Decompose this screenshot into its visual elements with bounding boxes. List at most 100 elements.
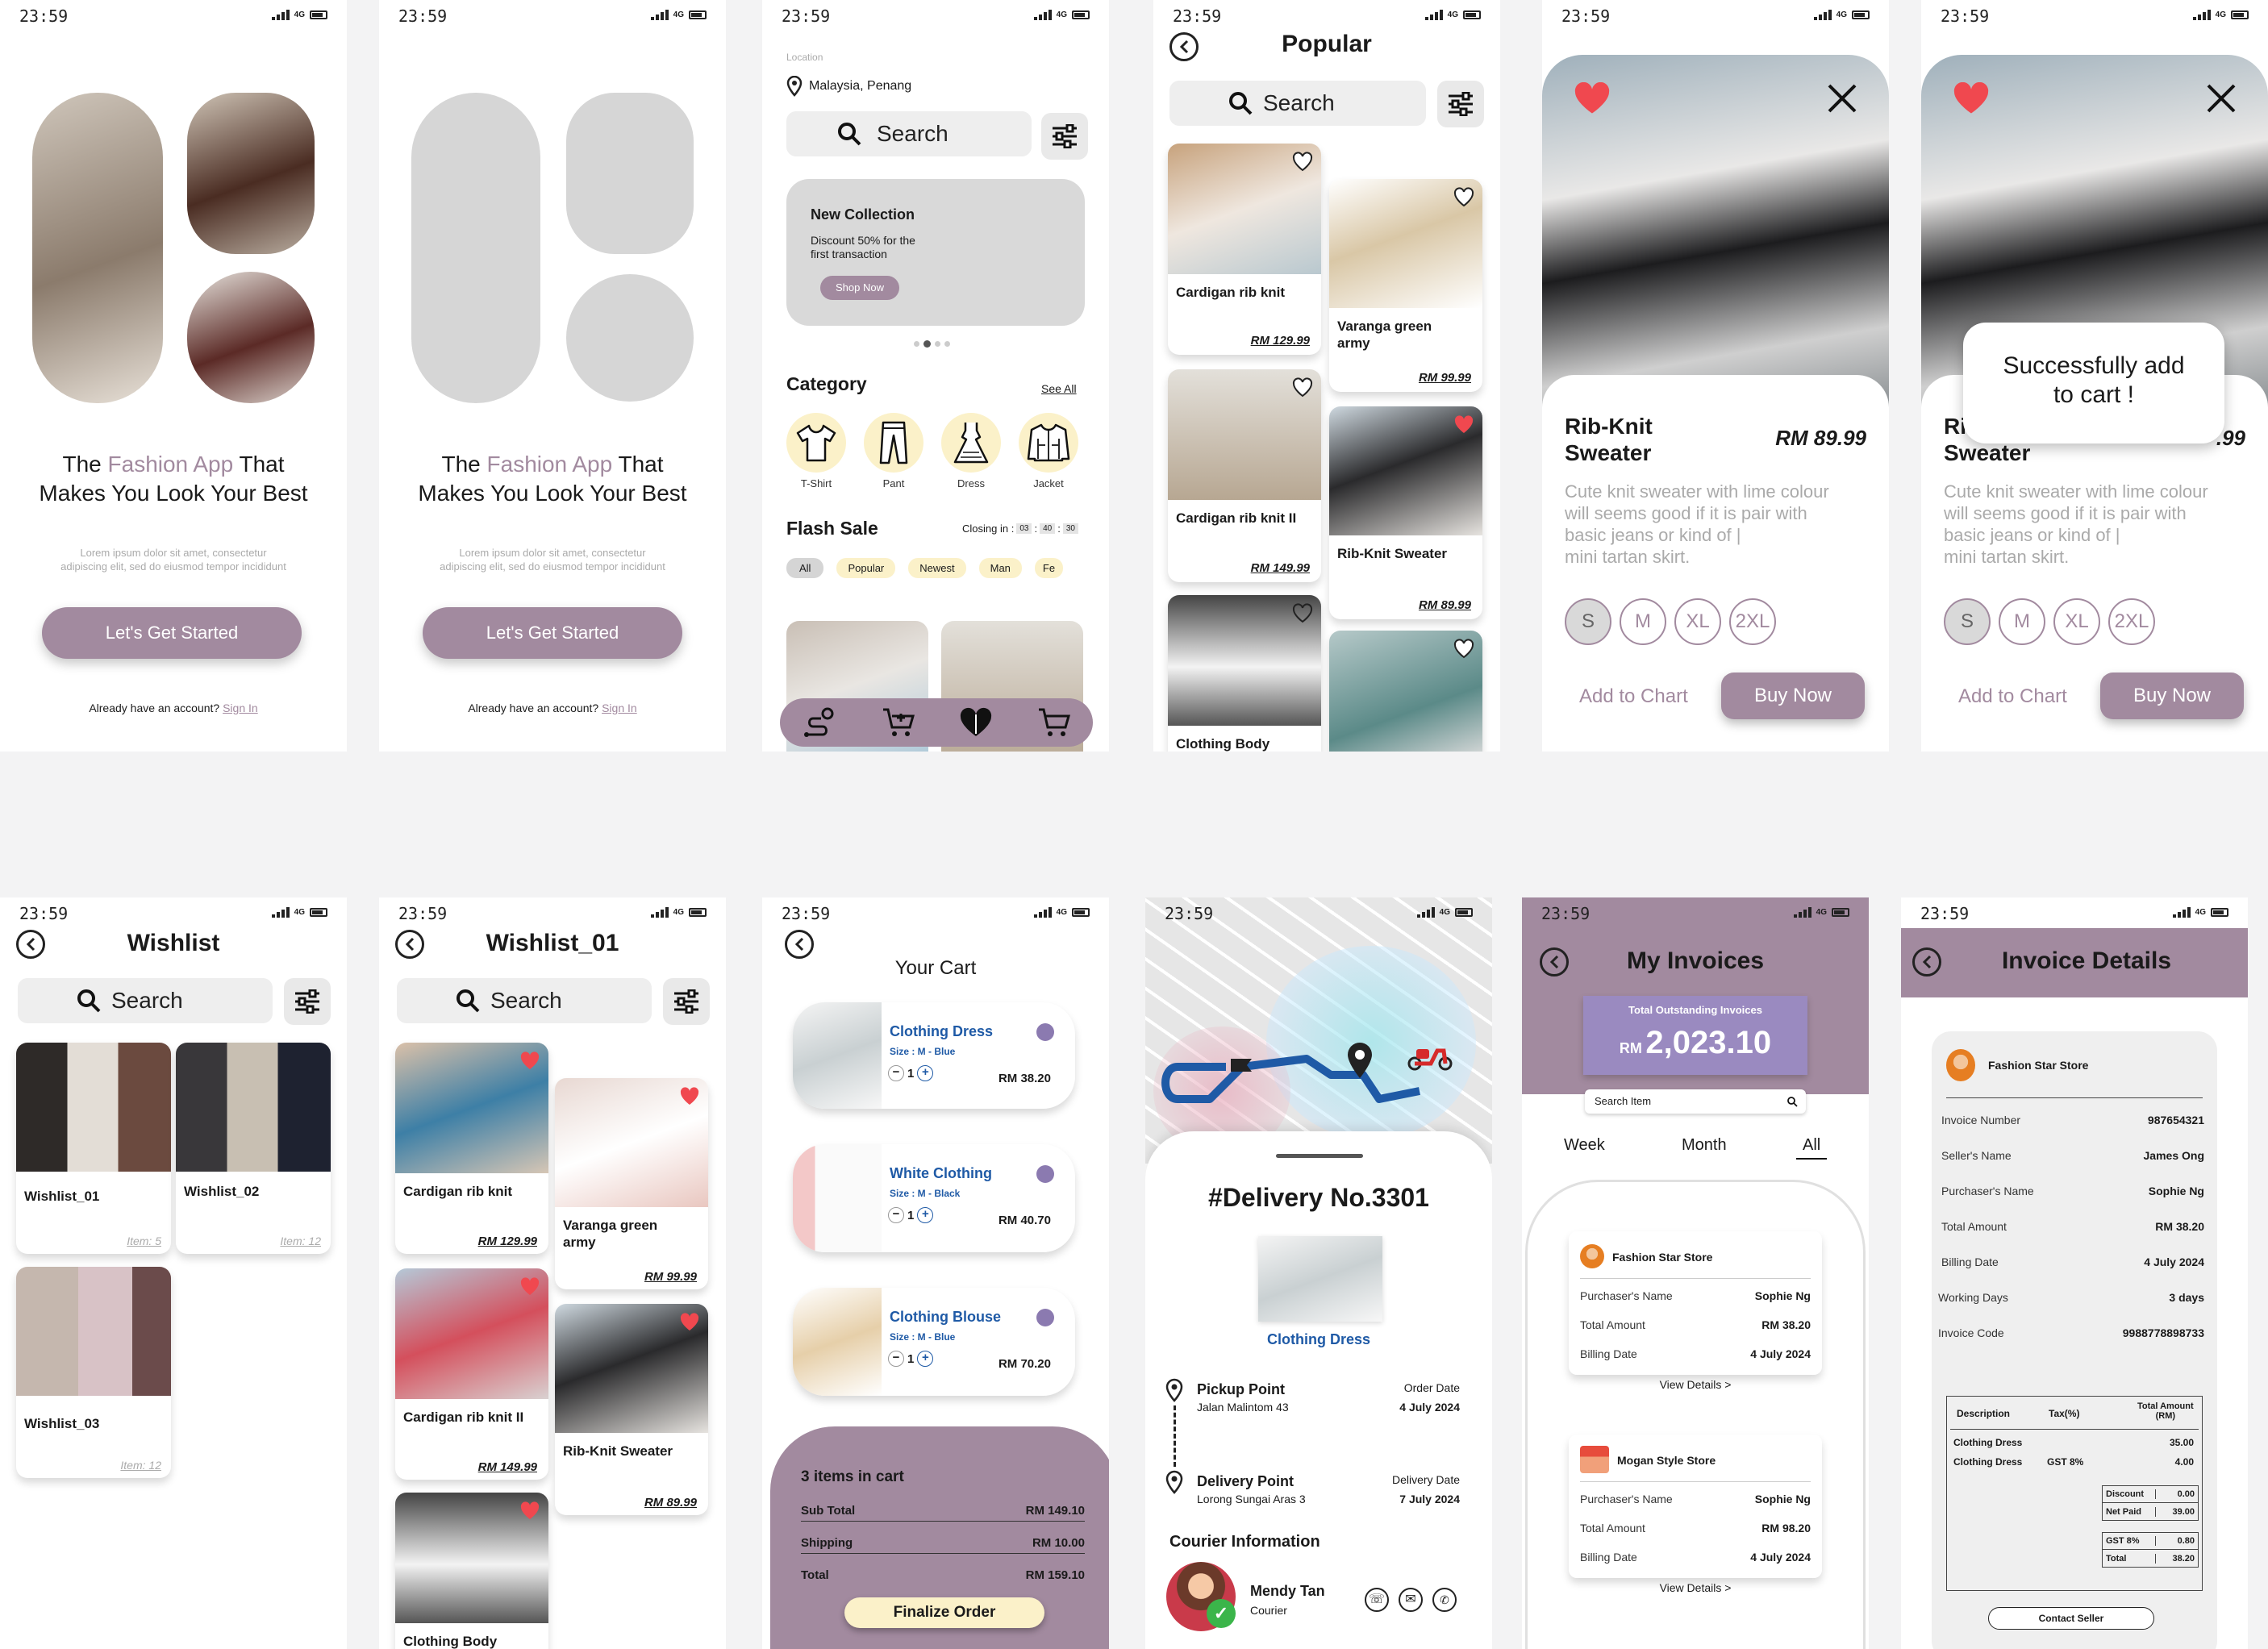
mail-icon[interactable]: ✉ (1399, 1588, 1423, 1612)
heart-filled-icon[interactable] (1573, 82, 1611, 116)
plus-icon[interactable]: + (917, 1207, 934, 1223)
product-card[interactable]: Cardigan rib knit II RM 149.99 (395, 1268, 548, 1480)
tab-all[interactable]: All (1796, 1136, 1828, 1160)
filter-button[interactable] (663, 978, 710, 1025)
phone-icon[interactable]: ☏ (1365, 1588, 1389, 1612)
qty-stepper[interactable]: −1 + (888, 1065, 934, 1081)
cart-icon[interactable] (1037, 707, 1071, 738)
plus-icon[interactable]: + (917, 1351, 934, 1367)
heart-filled-icon[interactable] (1453, 414, 1474, 435)
heart-filled-icon[interactable] (1952, 82, 1991, 116)
category-pant[interactable]: Pant (864, 413, 923, 489)
minus-icon[interactable]: − (888, 1065, 904, 1081)
size-m[interactable]: M (1620, 598, 1666, 645)
tab-week[interactable]: Week (1564, 1136, 1605, 1155)
delivery-map[interactable] (1145, 897, 1492, 1164)
cart-item[interactable]: Clothing Dress Size : M - Blue −1 + RM 38… (793, 1002, 1075, 1109)
invoice-card[interactable]: Fashion Star Store Purchaser's Name Sophi… (1569, 1231, 1822, 1375)
plus-icon[interactable]: + (917, 1065, 934, 1081)
product-card[interactable]: Varanga green army RM 99.99 (555, 1078, 708, 1289)
heart-outline-icon[interactable] (1453, 639, 1474, 660)
qty-stepper[interactable]: −1 + (888, 1207, 934, 1223)
heart-outline-icon[interactable] (1292, 603, 1313, 624)
promo-banner[interactable]: New Collection Discount 50% for the first… (786, 179, 1085, 326)
view-details-link[interactable]: View Details > (1569, 1581, 1822, 1594)
get-started-button[interactable]: Let's Get Started (42, 607, 302, 659)
chip-popular[interactable]: Popular (836, 558, 896, 578)
tab-month[interactable]: Month (1682, 1136, 1727, 1155)
wishlist-card[interactable]: Wishlist_01 Item: 5 (16, 1043, 171, 1254)
minus-icon[interactable]: − (888, 1207, 904, 1223)
back-button[interactable] (785, 930, 814, 959)
route-icon[interactable] (802, 707, 837, 738)
category-dress[interactable]: Dress (941, 413, 1001, 489)
add-to-cart-button[interactable]: Add to Chart (1579, 685, 1688, 708)
sheet-handle[interactable] (1276, 1154, 1363, 1158)
heart-icon[interactable] (959, 707, 993, 738)
size-xl[interactable]: XL (2053, 598, 2100, 645)
heart-filled-icon[interactable] (519, 1501, 540, 1522)
get-started-button[interactable]: Let's Get Started (423, 607, 682, 659)
close-icon[interactable] (1826, 82, 1858, 115)
product-card[interactable] (1329, 631, 1482, 752)
size-2xl[interactable]: 2XL (2108, 598, 2155, 645)
product-card[interactable]: Clothing Body (1168, 595, 1321, 752)
product-card[interactable]: Rib-Knit Sweater RM 89.99 (555, 1304, 708, 1515)
qty-stepper[interactable]: −1 + (888, 1351, 934, 1367)
trash-icon[interactable] (1036, 1309, 1054, 1326)
invoice-card[interactable]: Mogan Style Store Purchaser's Name Sophie… (1569, 1435, 1822, 1578)
product-card[interactable]: Varanga green army RM 99.99 (1329, 179, 1482, 392)
search-input[interactable]: Search (18, 978, 273, 1023)
size-m[interactable]: M (1999, 598, 2045, 645)
cart-item[interactable]: Clothing Blouse Size : M - Blue −1 + RM 7… (793, 1288, 1075, 1396)
add-to-cart-button[interactable]: Add to Chart (1958, 685, 2067, 708)
filter-button[interactable] (284, 978, 331, 1025)
finalize-order-button[interactable]: Finalize Order (844, 1597, 1044, 1628)
wishlist-card[interactable]: Wishlist_02 Item: 12 (176, 1043, 331, 1254)
product-card[interactable]: Rib-Knit Sweater RM 89.99 (1329, 406, 1482, 619)
trash-icon[interactable] (1036, 1023, 1054, 1041)
trash-icon[interactable] (1036, 1165, 1054, 1183)
contact-seller-button[interactable]: Contact Seller (1988, 1607, 2154, 1630)
heart-filled-icon[interactable] (679, 1312, 700, 1333)
size-s[interactable]: S (1944, 598, 1991, 645)
view-details-link[interactable]: View Details > (1569, 1378, 1822, 1391)
category-tshirt[interactable]: T-Shirt (786, 413, 846, 489)
chip-newest[interactable]: Newest (908, 558, 966, 578)
product-card[interactable]: Clothing Body (395, 1493, 548, 1649)
buy-now-button[interactable]: Buy Now (1721, 673, 1865, 719)
product-card[interactable]: Cardigan rib knit RM 129.99 (1168, 144, 1321, 355)
heart-outline-icon[interactable] (1453, 187, 1474, 208)
heart-filled-icon[interactable] (519, 1276, 540, 1297)
chip-all[interactable]: All (786, 558, 824, 578)
chip-female[interactable]: Fe (1034, 558, 1064, 578)
filter-button[interactable] (1437, 81, 1484, 127)
close-icon[interactable] (2205, 82, 2237, 115)
location-selector[interactable]: Malaysia, Penang (786, 76, 911, 97)
filter-button[interactable] (1041, 113, 1088, 160)
search-input[interactable]: Search (786, 111, 1032, 156)
signin-link[interactable]: Sign In (223, 702, 258, 714)
cart-item[interactable]: White Clothing Size : M - Black −1 + RM 4… (793, 1144, 1075, 1252)
search-input[interactable]: Search (1169, 81, 1426, 126)
heart-outline-icon[interactable] (1292, 377, 1313, 398)
chip-man[interactable]: Man (978, 558, 1022, 578)
heart-filled-icon[interactable] (519, 1051, 540, 1072)
see-all-link[interactable]: See All (1041, 382, 1077, 395)
product-card[interactable]: Cardigan rib knit II RM 149.99 (1168, 369, 1321, 582)
signin-link[interactable]: Sign In (602, 702, 637, 714)
search-input[interactable]: Search (397, 978, 652, 1023)
heart-filled-icon[interactable] (679, 1086, 700, 1107)
product-card[interactable]: Cardigan rib knit RM 129.99 (395, 1043, 548, 1254)
heart-outline-icon[interactable] (1292, 152, 1313, 173)
category-jacket[interactable]: Jacket (1019, 413, 1078, 489)
size-s[interactable]: S (1565, 598, 1611, 645)
size-xl[interactable]: XL (1674, 598, 1721, 645)
minus-icon[interactable]: − (888, 1351, 904, 1367)
cart-add-icon[interactable] (882, 707, 915, 738)
chat-icon[interactable]: ✆ (1432, 1588, 1457, 1612)
wishlist-card[interactable]: Wishlist_03 Item: 12 (16, 1267, 171, 1478)
search-input[interactable]: Search Item (1585, 1089, 1806, 1114)
shop-now-button[interactable]: Shop Now (820, 276, 899, 300)
buy-now-button[interactable]: Buy Now (2100, 673, 2244, 719)
